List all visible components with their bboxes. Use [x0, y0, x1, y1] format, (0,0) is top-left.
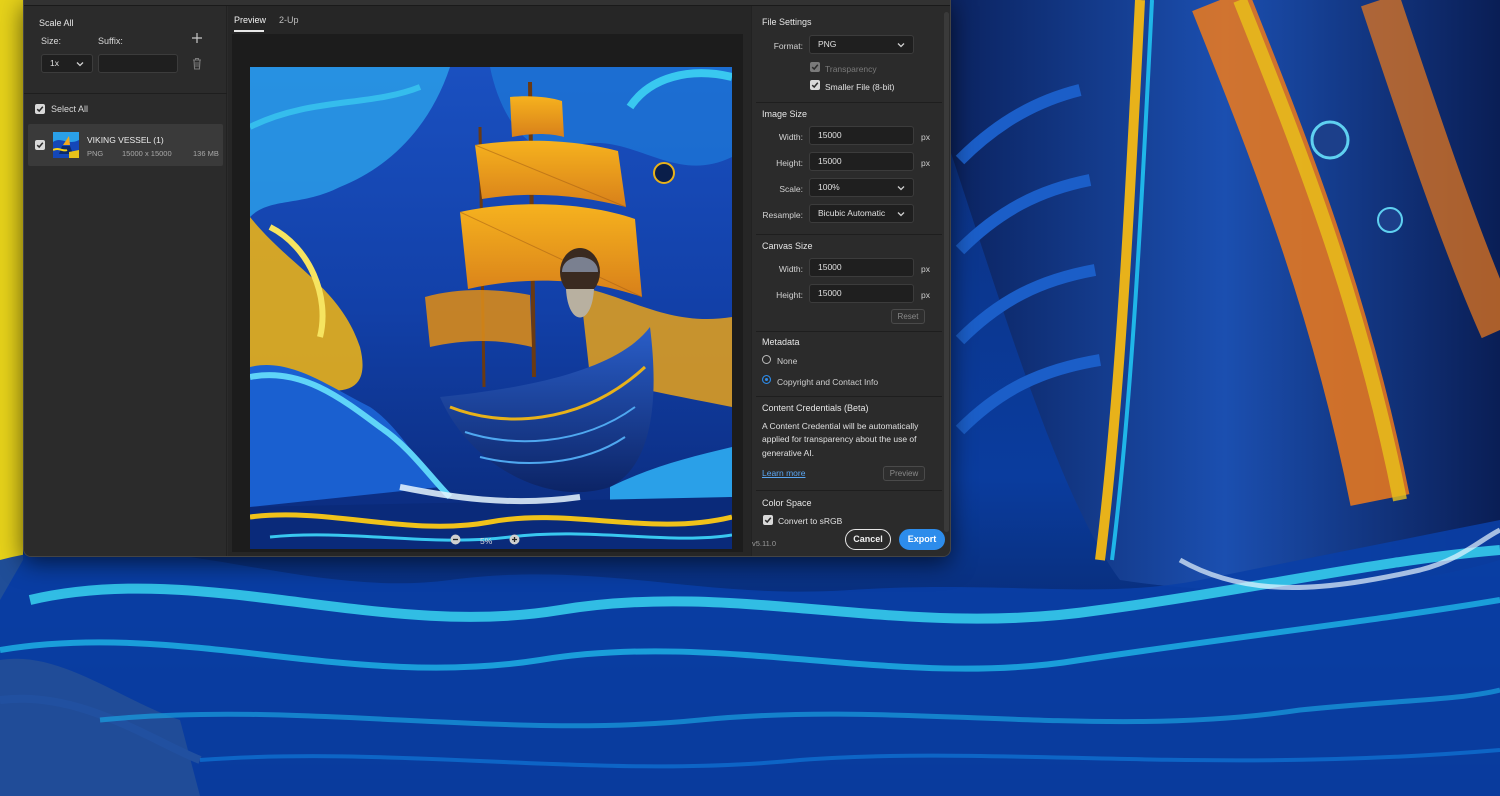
canvas-width-input[interactable]: 15000 — [809, 258, 914, 277]
image-size-header: Image Size — [762, 109, 808, 119]
asset-name: VIKING VESSEL (1) — [87, 135, 164, 145]
zoom-in-icon[interactable] — [509, 534, 520, 547]
checkmark-icon — [36, 142, 44, 149]
section-divider — [756, 396, 942, 397]
size-select[interactable]: 1x — [41, 54, 93, 73]
metadata-copyright-radio[interactable] — [762, 375, 771, 384]
image-width-value: 15000 — [818, 130, 842, 140]
settings-panel: File Settings Format: PNG Transparency S… — [751, 6, 950, 556]
preview-frame — [232, 34, 743, 552]
checkmark-icon — [36, 106, 44, 113]
transparency-checkbox[interactable] — [810, 62, 820, 72]
zoom-out-icon[interactable] — [450, 534, 461, 547]
transparency-label: Transparency — [825, 64, 877, 74]
trash-icon[interactable] — [191, 57, 203, 70]
metadata-header: Metadata — [762, 337, 800, 347]
image-height-unit: px — [921, 158, 930, 168]
image-height-label: Height: — [776, 158, 803, 168]
image-width-unit: px — [921, 132, 930, 142]
scale-label: Scale: — [779, 184, 803, 194]
checkmark-icon — [764, 517, 772, 524]
zoom-level: 5% — [480, 536, 493, 546]
left-divider — [24, 93, 227, 94]
canvas-height-input[interactable]: 15000 — [809, 284, 914, 303]
tab-2-up[interactable]: 2-Up — [279, 15, 299, 25]
export-button[interactable]: Export — [899, 529, 945, 550]
canvas-height-unit: px — [921, 290, 930, 300]
asset-checkbox[interactable] — [35, 140, 45, 150]
convert-srgb-label: Convert to sRGB — [778, 516, 843, 526]
canvas-height-label: Height: — [776, 290, 803, 300]
size-select-value: 1x — [50, 58, 59, 68]
image-height-value: 15000 — [818, 156, 842, 166]
chevron-down-icon — [76, 62, 84, 67]
active-tab-indicator — [234, 30, 264, 32]
learn-more-link[interactable]: Learn more — [762, 468, 805, 478]
asset-row[interactable]: VIKING VESSEL (1) PNG 15000 x 15000 136 … — [28, 124, 223, 166]
section-divider — [756, 234, 942, 235]
metadata-none-label: None — [777, 356, 798, 366]
tab-preview[interactable]: Preview — [234, 15, 266, 25]
resample-label: Resample: — [762, 210, 803, 220]
file-settings-header: File Settings — [762, 17, 812, 27]
reset-button[interactable]: Reset — [891, 309, 925, 324]
checkmark-icon — [811, 64, 819, 71]
chevron-down-icon — [897, 43, 905, 48]
image-height-input[interactable]: 15000 — [809, 152, 914, 171]
asset-list-panel: Scale All Size: Suffix: 1x Select All VI… — [24, 6, 227, 556]
canvas-width-value: 15000 — [818, 262, 842, 272]
image-width-label: Width: — [778, 132, 803, 142]
asset-dimensions: 15000 x 15000 — [122, 149, 172, 158]
content-credentials-description: A Content Credential will be automatical… — [762, 421, 919, 458]
canvas-width-label: Width: — [778, 264, 803, 274]
select-all-label: Select All — [51, 104, 89, 114]
asset-file-size: 136 MB — [193, 149, 219, 158]
resample-select-value: Bicubic Automatic — [818, 208, 886, 218]
size-label: Size: — [41, 36, 62, 46]
chevron-down-icon — [897, 212, 905, 217]
color-space-header: Color Space — [762, 498, 812, 508]
canvas-width-unit: px — [921, 264, 930, 274]
smaller-file-checkbox[interactable] — [810, 80, 820, 90]
canvas-size-header: Canvas Size — [762, 241, 813, 251]
convert-srgb-checkbox[interactable] — [763, 515, 773, 525]
metadata-copyright-label: Copyright and Contact Info — [777, 377, 879, 387]
suffix-label: Suffix: — [98, 36, 123, 46]
preview-area: Preview 2-Up 5% — [228, 6, 751, 556]
canvas-height-value: 15000 — [818, 288, 842, 298]
cancel-button[interactable]: Cancel — [845, 529, 891, 550]
section-divider — [756, 102, 942, 103]
format-label: Format: — [773, 41, 803, 51]
section-divider — [756, 331, 942, 332]
scale-all-label: Scale All — [39, 18, 74, 28]
add-scale-icon[interactable] — [191, 32, 203, 44]
image-width-input[interactable]: 15000 — [809, 126, 914, 145]
metadata-none-radio[interactable] — [762, 355, 771, 364]
select-all-checkbox[interactable] — [35, 104, 45, 114]
suffix-input[interactable] — [98, 54, 178, 73]
version-label: v5.11.0 — [752, 539, 777, 548]
preview-credential-button[interactable]: Preview — [883, 466, 925, 481]
asset-thumbnail — [53, 132, 79, 158]
resample-select[interactable]: Bicubic Automatic — [809, 204, 914, 223]
export-as-dialog: Scale All Size: Suffix: 1x Select All VI… — [23, 0, 951, 557]
asset-format: PNG — [87, 149, 104, 158]
checkmark-icon — [811, 82, 819, 89]
scale-select-value: 100% — [818, 182, 840, 192]
content-credentials-header: Content Credentials (Beta) — [762, 403, 869, 413]
preview-image — [250, 67, 732, 549]
format-select-value: PNG — [818, 39, 837, 49]
smaller-file-label: Smaller File (8-bit) — [825, 82, 895, 92]
settings-scrollbar[interactable] — [944, 12, 949, 532]
chevron-down-icon — [897, 186, 905, 191]
section-divider — [756, 490, 942, 491]
format-select[interactable]: PNG — [809, 35, 914, 54]
scale-select[interactable]: 100% — [809, 178, 914, 197]
